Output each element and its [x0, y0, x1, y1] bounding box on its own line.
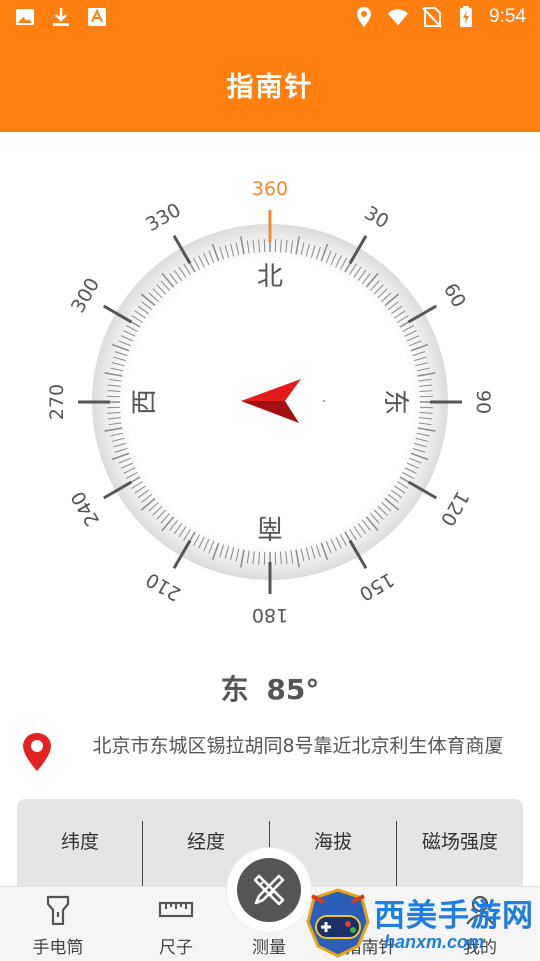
download-icon: [50, 6, 72, 28]
location-icon: [353, 6, 375, 28]
center-dot: [323, 400, 325, 402]
flashlight-icon: [40, 895, 76, 925]
degree-label: 60: [439, 280, 470, 312]
watermark-title: 西美手游网: [374, 890, 534, 935]
wifi-icon: [387, 6, 409, 28]
heading-direction: 东: [221, 673, 249, 706]
magnetic-field-cell: 磁场强度: [397, 821, 523, 885]
status-bar: 9:54: [0, 0, 540, 36]
image-icon: [14, 6, 36, 28]
compass-dial: 360 30 60 90 120 150 180 210 240 270 300 330 北东南 西: [0, 150, 540, 650]
degree-label: 330: [142, 199, 184, 236]
degree-label: 30: [361, 202, 393, 233]
battery-charging-icon: [455, 6, 477, 28]
degree-label: 300: [67, 274, 104, 316]
fab-inner: [237, 858, 301, 922]
no-sim-icon: [421, 6, 443, 28]
longitude-label: 经度: [143, 827, 269, 854]
status-time: 9:54: [489, 6, 526, 28]
degree-label: 90: [472, 390, 494, 414]
degree-label: 270: [46, 384, 68, 420]
app-bar: 指南针: [0, 36, 540, 132]
compass-svg: 360 30 60 90 120 150 180 210 240 270 300 330 北东南 西: [0, 150, 540, 650]
cardinal-south: 南: [257, 512, 283, 542]
degree-label: 210: [142, 568, 184, 605]
cardinal-north: 北: [257, 262, 283, 292]
pencil-ruler-icon: [249, 870, 289, 910]
nav-label: 尺子: [122, 933, 230, 958]
heading-degrees: 85°: [266, 673, 319, 706]
degree-label: 120: [436, 487, 473, 529]
text-icon: [86, 6, 108, 28]
status-right-icons: 9:54: [353, 6, 526, 28]
latitude-label: 纬度: [17, 827, 143, 854]
nav-item-flashlight[interactable]: 手电筒: [4, 887, 112, 961]
heading-readout: 东 85°: [0, 668, 540, 708]
magnetic-field-label: 磁场强度: [397, 827, 523, 854]
page-title: 指南针: [227, 65, 314, 104]
nav-item-ruler[interactable]: 尺子: [122, 887, 230, 961]
ruler-icon: [158, 895, 194, 925]
measure-fab-button[interactable]: [227, 848, 311, 932]
watermark-url: hanxm.com: [384, 932, 484, 953]
watermark: 西美手游网 hanxm.com: [302, 888, 540, 960]
location-row: 北京市东城区锡拉胡同8号靠近北京利生体育商厦: [22, 730, 522, 790]
cardinal-east: 东: [380, 389, 410, 415]
status-left-icons: [14, 6, 108, 28]
degree-label: 240: [67, 487, 104, 529]
degree-label: 180: [252, 604, 288, 626]
location-address: 北京市东城区锡拉胡同8号靠近北京利生体育商厦: [74, 733, 522, 759]
nav-label: 手电筒: [4, 933, 112, 958]
altitude-label: 海拔: [270, 827, 396, 854]
degree-label: 150: [355, 568, 397, 605]
latitude-cell: 纬度: [17, 821, 143, 885]
degree-label: 360: [252, 178, 288, 200]
cardinal-west: 西: [130, 389, 160, 415]
gamepad-logo-icon: [302, 888, 374, 958]
location-pin-icon: [22, 732, 52, 772]
